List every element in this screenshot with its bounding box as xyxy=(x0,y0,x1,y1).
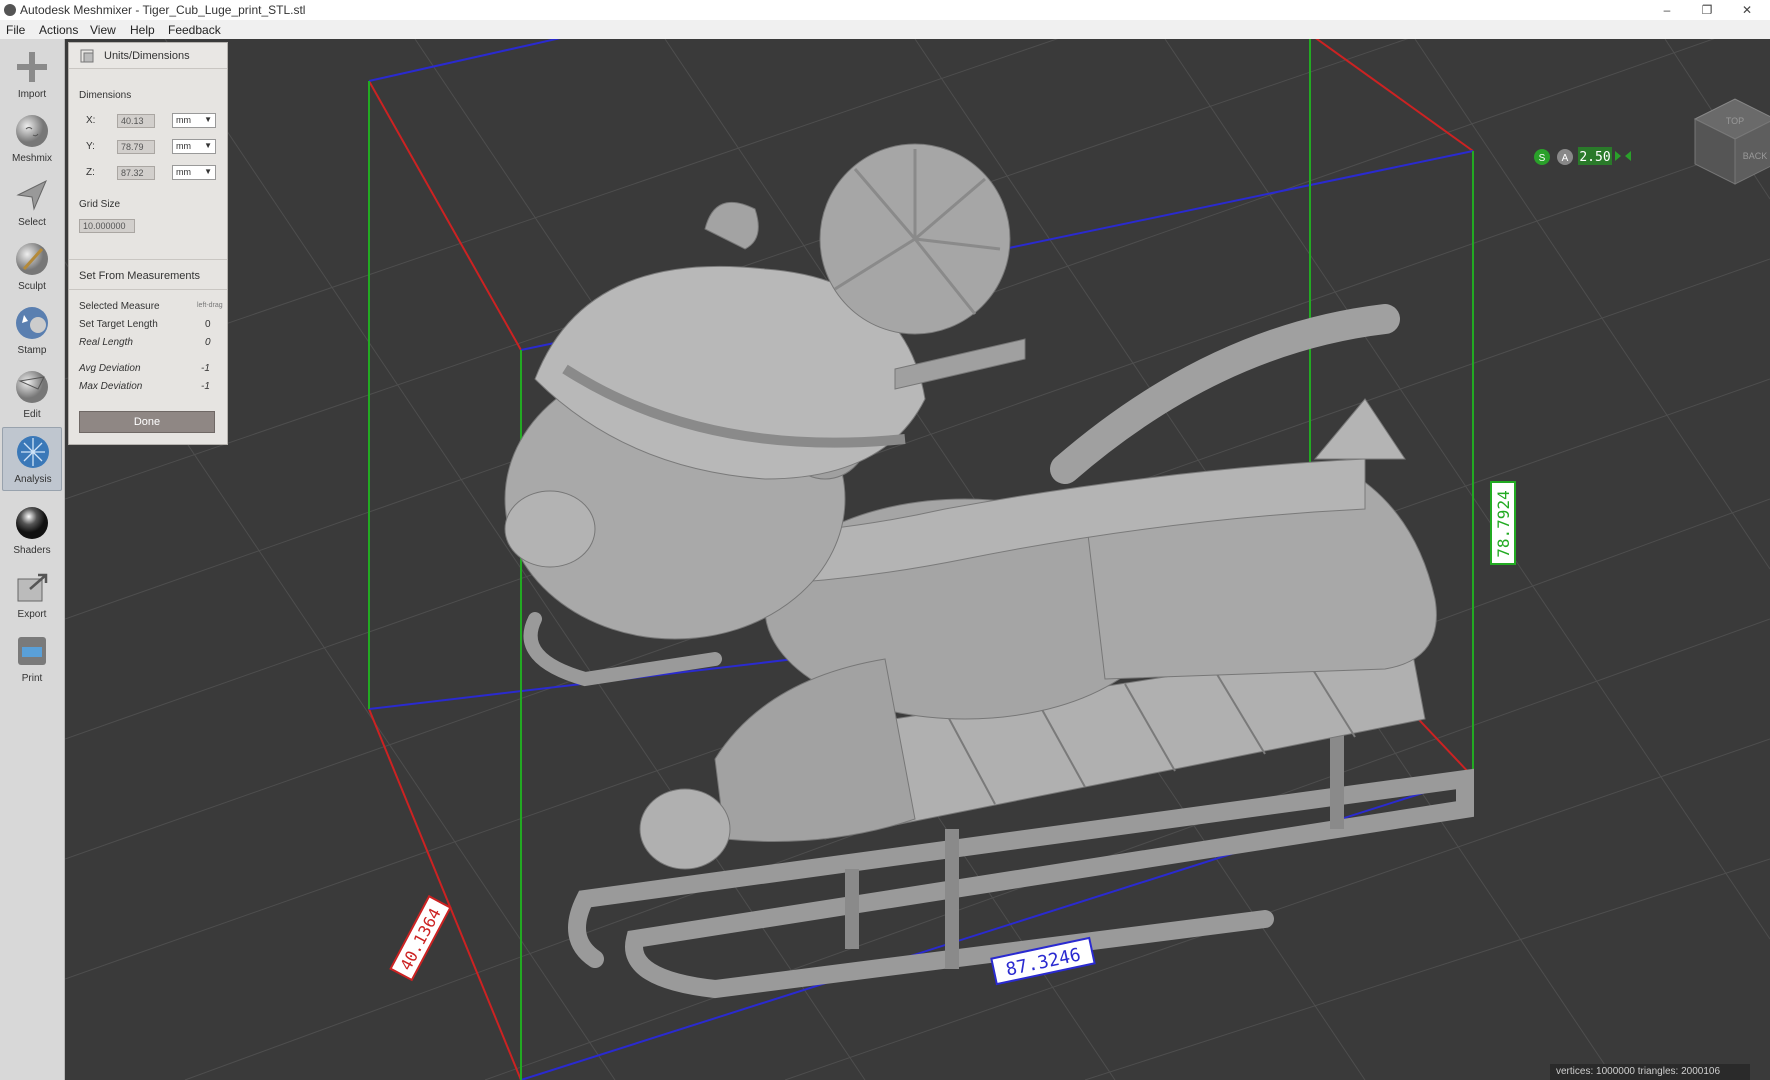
avg-deviation-label: Avg Deviation xyxy=(79,363,141,374)
stamp-button[interactable]: Stamp xyxy=(2,299,62,363)
grid-value-text: 2.50 xyxy=(1579,150,1610,165)
sculpt-button[interactable]: Sculpt xyxy=(2,235,62,299)
selected-measure-value: left-drag xyxy=(197,302,223,309)
panel-header: Units/Dimensions xyxy=(69,43,227,69)
menu-actions[interactable]: Actions xyxy=(39,23,78,37)
meshmixer-logo-icon xyxy=(4,4,16,16)
export-icon xyxy=(17,573,48,602)
snap-s-label: S xyxy=(1539,153,1546,164)
export-label: Export xyxy=(17,609,47,620)
dimension-x-readout[interactable]: 40.1364 xyxy=(389,894,452,982)
chevron-down-icon: ▼ xyxy=(204,141,212,150)
print-button[interactable]: Print xyxy=(2,627,62,691)
analysis-button[interactable]: Analysis xyxy=(2,427,62,491)
menu-bar: File Actions View Help Feedback xyxy=(0,20,1770,39)
x-label: X: xyxy=(86,115,96,126)
title-bar: Autodesk Meshmixer - Tiger_Cub_Luge_prin… xyxy=(0,0,1770,20)
menu-help[interactable]: Help xyxy=(130,23,155,37)
edit-sphere-icon xyxy=(16,371,48,403)
arrow-icon xyxy=(16,179,47,211)
panel-title: Units/Dimensions xyxy=(104,50,190,62)
x-unit-select[interactable]: mm ▼ xyxy=(172,113,216,128)
done-button[interactable]: Done xyxy=(79,411,215,433)
grid-size-field[interactable]: 10.000000 xyxy=(79,219,135,233)
set-from-measurements-heading: Set From Measurements xyxy=(79,270,201,282)
export-button[interactable]: Export xyxy=(2,563,62,627)
z-unit-value: mm xyxy=(176,167,191,177)
meshmix-button[interactable]: Meshmix xyxy=(2,107,62,171)
shaders-button[interactable]: Shaders xyxy=(2,499,62,563)
grid-arrows-icon[interactable] xyxy=(1615,151,1631,161)
shader-sphere-icon xyxy=(16,507,48,539)
snap-controls: S A 2.50 xyxy=(1534,147,1631,165)
dimension-y-readout[interactable]: 78.7924 xyxy=(1490,481,1516,565)
set-target-length-label: Set Target Length xyxy=(79,319,158,330)
menu-feedback[interactable]: Feedback xyxy=(168,23,221,37)
z-label: Z: xyxy=(86,167,95,178)
sphere-face-icon xyxy=(16,115,48,147)
restore-icon[interactable]: ❐ xyxy=(1690,0,1724,20)
z-unit-select[interactable]: mm ▼ xyxy=(172,165,216,180)
units-dimensions-panel: Units/Dimensions Dimensions X: 40.13 mm ▼… xyxy=(68,42,228,445)
stamp-icon xyxy=(16,307,48,339)
divider xyxy=(69,289,227,290)
printer-icon xyxy=(18,637,46,665)
grid-size-label: Grid Size xyxy=(79,199,121,210)
analysis-label: Analysis xyxy=(14,474,52,485)
y-dimension-field[interactable]: 78.79 xyxy=(117,140,155,154)
y-label: Y: xyxy=(86,141,95,152)
menu-file[interactable]: File xyxy=(6,23,25,37)
sculpt-label: Sculpt xyxy=(18,281,46,292)
minimize-icon[interactable]: – xyxy=(1650,0,1684,20)
dimensions-heading: Dimensions xyxy=(79,90,132,101)
selected-measure-label: Selected Measure xyxy=(79,301,160,312)
max-deviation-label: Max Deviation xyxy=(79,381,143,392)
panel-icon xyxy=(80,49,94,63)
shaders-label: Shaders xyxy=(13,545,51,556)
real-length-value: 0 xyxy=(205,337,211,348)
import-label: Import xyxy=(17,89,47,100)
chevron-down-icon: ▼ xyxy=(204,115,212,124)
snap-a-label: A xyxy=(1562,153,1569,164)
status-bar: vertices: 1000000 triangles: 2000106 xyxy=(1550,1064,1750,1080)
edit-label: Edit xyxy=(23,409,41,420)
set-target-length-value[interactable]: 0 xyxy=(205,319,211,330)
y-unit-value: mm xyxy=(176,141,191,151)
menu-view[interactable]: View xyxy=(90,23,116,37)
brush-icon xyxy=(16,243,48,275)
chevron-down-icon: ▼ xyxy=(204,167,212,176)
stamp-label: Stamp xyxy=(17,345,47,356)
select-button[interactable]: Select xyxy=(2,171,62,235)
z-dimension-field[interactable]: 87.32 xyxy=(117,166,155,180)
window-title: Autodesk Meshmixer - Tiger_Cub_Luge_prin… xyxy=(20,3,306,17)
meshmix-label: Meshmix xyxy=(11,153,52,164)
viewcube-back-label: BACK xyxy=(1743,151,1768,161)
x-unit-value: mm xyxy=(176,115,191,125)
divider xyxy=(69,259,227,260)
analysis-icon xyxy=(17,436,49,468)
3d-viewport[interactable]: 40.1364 78.7924 87.3246 S A 2.50 TOP BAC… xyxy=(65,39,1770,1080)
close-icon[interactable]: ✕ xyxy=(1730,0,1764,20)
left-toolbar: Import Meshmix Select Sculpt Stamp Edit xyxy=(0,39,65,1080)
x-dimension-field[interactable]: 40.13 xyxy=(117,114,155,128)
y-unit-select[interactable]: mm ▼ xyxy=(172,139,216,154)
edit-button[interactable]: Edit xyxy=(2,363,62,427)
print-label: Print xyxy=(21,673,43,684)
import-button[interactable]: Import xyxy=(2,43,62,107)
max-deviation-value: -1 xyxy=(201,381,210,392)
dim-y-text: 78.7924 xyxy=(1494,490,1513,557)
scene-canvas[interactable]: 40.1364 78.7924 87.3246 S A 2.50 TOP BAC… xyxy=(65,39,1770,1080)
select-label: Select xyxy=(18,217,46,228)
viewcube-top-label: TOP xyxy=(1726,116,1744,126)
avg-deviation-value: -1 xyxy=(201,363,210,374)
plus-icon xyxy=(17,52,47,82)
real-length-label: Real Length xyxy=(79,337,133,348)
view-cube[interactable]: TOP BACK xyxy=(1693,98,1770,185)
